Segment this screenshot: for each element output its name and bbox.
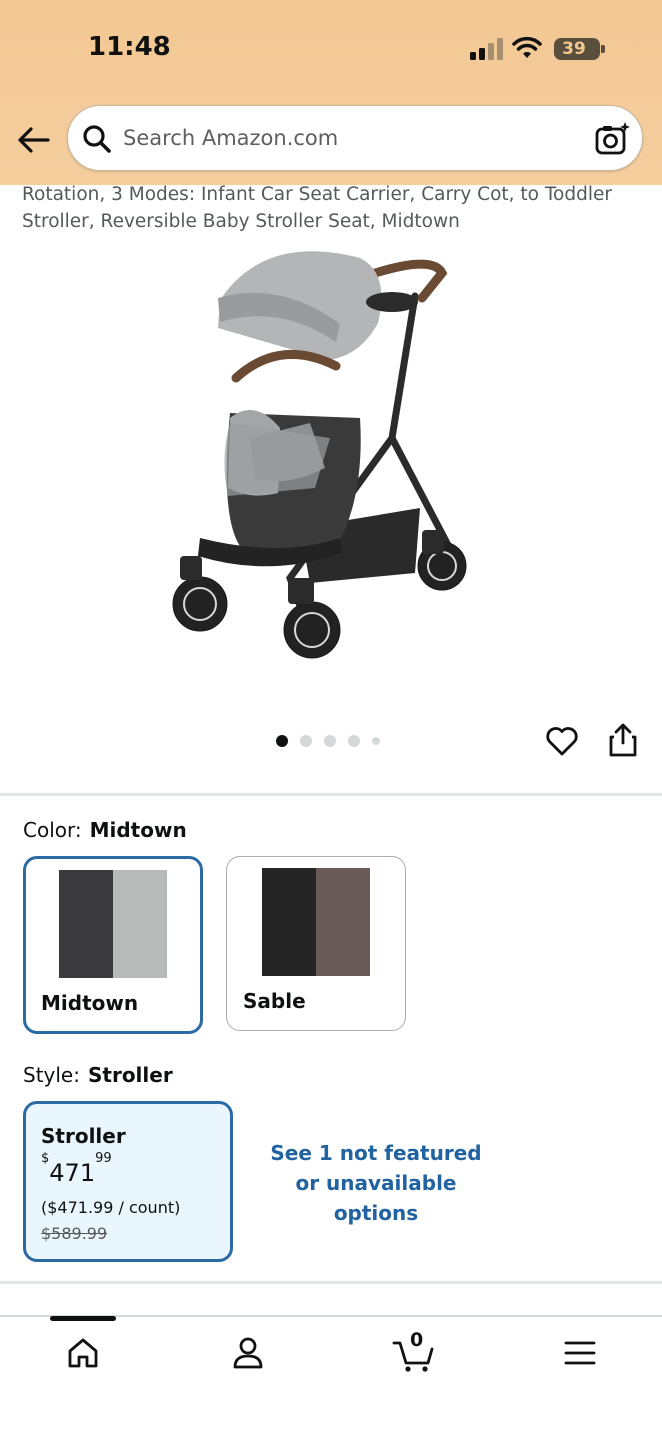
cart-button[interactable]: 0 bbox=[392, 1329, 436, 1373]
search-icon bbox=[83, 125, 111, 153]
style-selected-value: Stroller bbox=[87, 1063, 173, 1087]
image-carousel-dots[interactable] bbox=[276, 734, 380, 748]
active-tab-indicator bbox=[50, 1316, 116, 1321]
product-title[interactable]: Rotation, 3 Modes: Infant Car Seat Carri… bbox=[22, 181, 642, 235]
style-option-stroller[interactable]: Stroller $47199 ($471.99 / count) $589.9… bbox=[23, 1101, 233, 1262]
price-whole: 471 bbox=[49, 1159, 96, 1187]
swatch-image bbox=[59, 870, 167, 978]
carousel-dot[interactable] bbox=[324, 735, 336, 747]
swatch-image bbox=[262, 868, 370, 976]
style-label-row: Style: Stroller bbox=[23, 1063, 173, 1087]
color-option-sable[interactable]: Sable bbox=[226, 856, 406, 1031]
search-input[interactable] bbox=[123, 118, 578, 158]
price: $47199 bbox=[41, 1151, 112, 1187]
search-bar[interactable] bbox=[67, 105, 643, 171]
product-image[interactable] bbox=[160, 238, 480, 668]
home-icon[interactable] bbox=[63, 1333, 103, 1373]
menu-icon[interactable] bbox=[560, 1333, 600, 1373]
heart-icon[interactable] bbox=[545, 724, 579, 758]
style-label: Style: bbox=[23, 1063, 80, 1087]
price-fraction: 99 bbox=[95, 1151, 112, 1166]
share-icon[interactable] bbox=[607, 722, 639, 758]
app-header: 11:48 39 bbox=[0, 0, 662, 185]
section-divider bbox=[0, 793, 662, 796]
cart-count: 0 bbox=[410, 1329, 424, 1351]
camera-search-icon[interactable] bbox=[594, 121, 630, 157]
color-option-midtown[interactable]: Midtown bbox=[23, 856, 203, 1034]
swatch-name: Midtown bbox=[41, 991, 139, 1015]
color-label: Color: bbox=[23, 818, 82, 842]
swatch-color-b bbox=[113, 870, 167, 978]
swatch-color-a bbox=[262, 868, 316, 976]
swatch-name: Sable bbox=[243, 989, 306, 1013]
carousel-dot[interactable] bbox=[276, 735, 288, 747]
price-symbol: $ bbox=[41, 1151, 50, 1166]
section-divider bbox=[0, 1281, 662, 1284]
color-label-row: Color: Midtown bbox=[23, 818, 187, 842]
cellular-signal-icon bbox=[470, 38, 503, 60]
list-price: $589.99 bbox=[41, 1224, 108, 1243]
carousel-dot[interactable] bbox=[372, 737, 380, 745]
back-arrow-icon[interactable] bbox=[14, 122, 54, 158]
status-time: 11:48 bbox=[88, 32, 171, 62]
color-selected-value: Midtown bbox=[89, 818, 187, 842]
price-per-count: ($471.99 / count) bbox=[41, 1198, 181, 1217]
battery-tip bbox=[601, 45, 605, 53]
battery-level: 39 bbox=[562, 39, 586, 59]
swatch-color-a bbox=[59, 870, 113, 978]
swatch-color-b bbox=[316, 868, 370, 976]
see-more-options-link[interactable]: See 1 not featured or unavailable option… bbox=[266, 1138, 486, 1228]
battery-icon: 39 bbox=[554, 38, 600, 60]
style-option-name: Stroller bbox=[41, 1124, 126, 1148]
carousel-dot[interactable] bbox=[300, 735, 312, 747]
carousel-dot[interactable] bbox=[348, 735, 360, 747]
account-icon[interactable] bbox=[228, 1333, 268, 1373]
wifi-icon bbox=[512, 36, 542, 58]
